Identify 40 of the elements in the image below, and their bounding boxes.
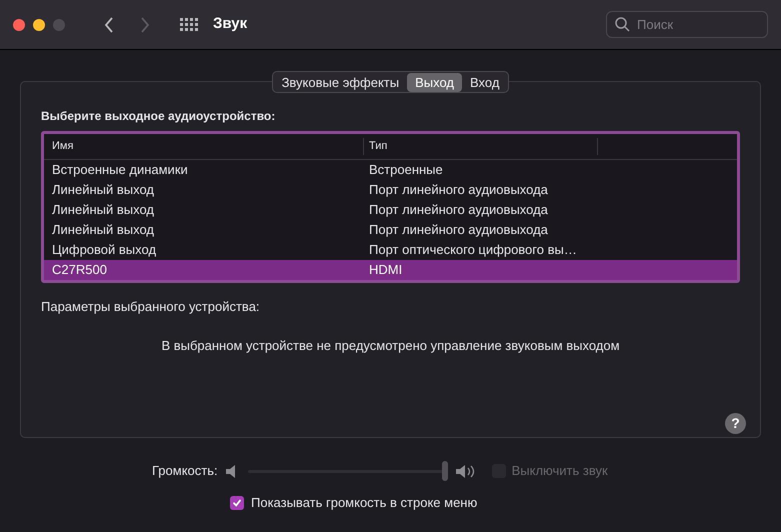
search-field[interactable]: Поиск xyxy=(606,11,768,38)
mute-label: Выключить звук xyxy=(512,462,608,480)
window-title: Звук xyxy=(213,14,248,34)
volume-label: Громкость: xyxy=(152,462,218,480)
device-settings-label: Параметры выбранного устройства: xyxy=(41,298,261,316)
device-list-label: Выберите выходное аудиоустройство: xyxy=(41,108,276,125)
table-cell-text: Линейный выход xyxy=(51,221,155,240)
table-cell-text: Порт оптического цифрового вы… xyxy=(368,241,578,260)
tab[interactable]: Звуковые эффекты xyxy=(274,72,408,92)
grid-icon[interactable] xyxy=(180,16,198,32)
search-icon xyxy=(615,17,630,32)
close-button[interactable] xyxy=(13,18,25,30)
tab[interactable]: Выход xyxy=(407,72,462,92)
table-cell-text: Порт линейного аудиовыхода xyxy=(368,181,549,200)
speaker-low-icon xyxy=(226,464,236,478)
checkmark-icon xyxy=(232,498,242,508)
minimize-button[interactable] xyxy=(33,18,45,30)
info-message: В выбранном устройстве не предусмотрено управление звуковым выходом xyxy=(160,336,621,355)
table-row[interactable]: Встроенные динамики Встроенные xyxy=(44,160,737,180)
table-cell-text: Линейный выход xyxy=(51,181,155,200)
table-cell-text: Линейный выход xyxy=(51,201,155,220)
table-row[interactable]: Линейный выход Порт линейного аудиовыхода xyxy=(44,220,737,240)
table-row[interactable]: Линейный выход Порт линейного аудиовыхода xyxy=(44,180,737,200)
table-cell-text: Встроенные xyxy=(368,161,444,180)
table-cell-text: Цифровой выход xyxy=(51,241,158,260)
table-cell-text: Встроенные динамики xyxy=(51,161,189,180)
show-volume-label: Показывать громкость в строке меню xyxy=(251,494,478,512)
table-cell-text: HDMI xyxy=(368,261,404,280)
column-header[interactable]: Тип xyxy=(364,138,598,155)
table-cell-text: Порт линейного аудиовыхода xyxy=(368,201,549,220)
column-header[interactable]: Имя xyxy=(44,138,364,155)
show-volume-checkbox[interactable] xyxy=(230,496,244,510)
back-icon[interactable] xyxy=(104,16,114,32)
tab[interactable]: Вход xyxy=(462,72,508,92)
table-row[interactable]: C27R500 HDMI xyxy=(44,260,737,280)
table-cell-text: Порт линейного аудиовыхода xyxy=(368,221,549,240)
table-row[interactable]: Цифровой выход Порт оптического цифрового вы… xyxy=(44,240,737,260)
help-button[interactable]: ? xyxy=(725,413,746,434)
table-row[interactable]: Линейный выход Порт линейного аудиовыхода xyxy=(44,200,737,220)
table-cell-text: C27R500 xyxy=(51,261,108,280)
